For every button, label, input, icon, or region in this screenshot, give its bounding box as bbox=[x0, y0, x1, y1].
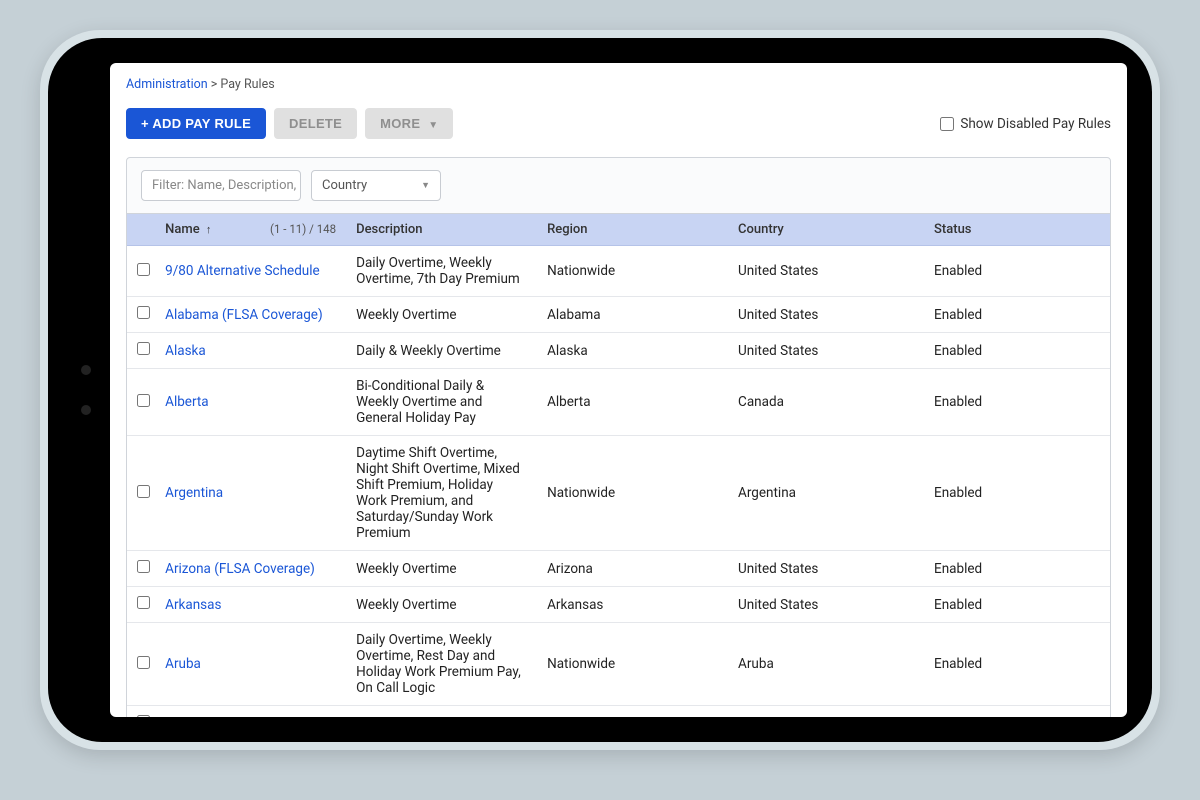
cell-status: Enabled bbox=[924, 551, 1110, 587]
cell-country: United States bbox=[728, 587, 924, 623]
cell-description: Daily Overtime, Weekly Overtime, 7th Day… bbox=[346, 246, 537, 297]
breadcrumb-separator: > bbox=[211, 77, 218, 92]
pay-rule-name-link[interactable]: Arkansas bbox=[165, 597, 221, 613]
cell-region: Nationwide bbox=[537, 623, 728, 706]
table-row: AustraliaWeekly OvertimeNationwideAustra… bbox=[127, 706, 1110, 718]
table-row: ArkansasWeekly OvertimeArkansasUnited St… bbox=[127, 587, 1110, 623]
cell-region: Nationwide bbox=[537, 246, 728, 297]
cell-description: Weekly Overtime bbox=[346, 297, 537, 333]
delete-button[interactable]: DELETE bbox=[274, 108, 357, 139]
table-row: Alabama (FLSA Coverage) Weekly OvertimeAl… bbox=[127, 297, 1110, 333]
col-description[interactable]: Description bbox=[346, 214, 537, 246]
cell-description: Weekly Overtime bbox=[346, 551, 537, 587]
show-disabled-toggle[interactable]: Show Disabled Pay Rules bbox=[940, 116, 1111, 132]
cell-country: United States bbox=[728, 333, 924, 369]
cell-status: Enabled bbox=[924, 623, 1110, 706]
cell-status: Enabled bbox=[924, 333, 1110, 369]
cell-region: Arkansas bbox=[537, 587, 728, 623]
cell-country: Australia bbox=[728, 706, 924, 718]
col-region[interactable]: Region bbox=[537, 214, 728, 246]
cell-status: Enabled bbox=[924, 436, 1110, 551]
cell-country: Canada bbox=[728, 369, 924, 436]
filter-country-select[interactable]: Country ▼ bbox=[311, 170, 441, 201]
breadcrumb-current: Pay Rules bbox=[220, 77, 274, 92]
row-checkbox[interactable] bbox=[137, 342, 150, 355]
cell-region: Nationwide bbox=[537, 706, 728, 718]
cell-country: United States bbox=[728, 551, 924, 587]
pay-rule-name-link[interactable]: Australia bbox=[165, 716, 218, 718]
cell-region: Arizona bbox=[537, 551, 728, 587]
cell-description: Weekly Overtime bbox=[346, 706, 537, 718]
cell-description: Daily & Weekly Overtime bbox=[346, 333, 537, 369]
breadcrumb-administration[interactable]: Administration bbox=[126, 77, 208, 92]
tablet-camera bbox=[81, 365, 91, 375]
pay-rules-table-wrap: Name ↑ (1 - 11) / 148 Description Region… bbox=[126, 214, 1111, 717]
filter-country-label: Country bbox=[322, 178, 367, 193]
cell-description: Daytime Shift Overtime, Night Shift Over… bbox=[346, 436, 537, 551]
col-name-label: Name bbox=[165, 222, 200, 237]
pager-text: (1 - 11) / 148 bbox=[270, 222, 336, 236]
pay-rule-name-link[interactable]: Alberta bbox=[165, 394, 209, 410]
table-row: AlaskaDaily & Weekly OvertimeAlaskaUnite… bbox=[127, 333, 1110, 369]
table-row: Arizona (FLSA Coverage) Weekly OvertimeAr… bbox=[127, 551, 1110, 587]
cell-region: Alaska bbox=[537, 333, 728, 369]
breadcrumb: Administration > Pay Rules bbox=[126, 77, 1111, 92]
cell-status: Enabled bbox=[924, 587, 1110, 623]
table-row: AlbertaBi-Conditional Daily & Weekly Ove… bbox=[127, 369, 1110, 436]
tablet-frame: Administration > Pay Rules + ADD PAY RUL… bbox=[40, 30, 1160, 750]
cell-description: Daily Overtime, Weekly Overtime, Rest Da… bbox=[346, 623, 537, 706]
add-pay-rule-button[interactable]: + ADD PAY RULE bbox=[126, 108, 266, 139]
pay-rule-name-link[interactable]: Argentina bbox=[165, 485, 223, 501]
more-button-label: MORE bbox=[380, 116, 420, 131]
cell-status: Enabled bbox=[924, 369, 1110, 436]
cell-status: Enabled bbox=[924, 297, 1110, 333]
pay-rules-table: Name ↑ (1 - 11) / 148 Description Region… bbox=[127, 214, 1110, 717]
cell-country: Aruba bbox=[728, 623, 924, 706]
screen: Administration > Pay Rules + ADD PAY RUL… bbox=[110, 63, 1127, 717]
row-checkbox[interactable] bbox=[137, 394, 150, 407]
tablet-bezel: Administration > Pay Rules + ADD PAY RUL… bbox=[48, 38, 1152, 742]
row-checkbox[interactable] bbox=[137, 656, 150, 669]
tablet-sensor bbox=[81, 405, 91, 415]
more-button[interactable]: MORE ▼ bbox=[365, 108, 453, 139]
pay-rule-name-link[interactable]: 9/80 Alternative Schedule bbox=[165, 263, 320, 279]
cell-country: United States bbox=[728, 297, 924, 333]
pay-rule-name-link[interactable]: Alabama (FLSA Coverage) bbox=[165, 307, 323, 323]
cell-country: United States bbox=[728, 246, 924, 297]
cell-description: Weekly Overtime bbox=[346, 587, 537, 623]
pay-rule-name-link[interactable]: Arizona (FLSA Coverage) bbox=[165, 561, 315, 577]
table-row: 9/80 Alternative Schedule Daily Overtime,… bbox=[127, 246, 1110, 297]
cell-status: Enabled bbox=[924, 246, 1110, 297]
row-checkbox[interactable] bbox=[137, 485, 150, 498]
cell-country: Argentina bbox=[728, 436, 924, 551]
col-country[interactable]: Country bbox=[728, 214, 924, 246]
cell-description: Bi-Conditional Daily & Weekly Overtime a… bbox=[346, 369, 537, 436]
filter-bar: Filter: Name, Description, Country ▼ bbox=[126, 157, 1111, 214]
sort-ascending-icon: ↑ bbox=[206, 223, 212, 236]
row-checkbox[interactable] bbox=[137, 560, 150, 573]
filter-search-input[interactable]: Filter: Name, Description, bbox=[141, 170, 301, 201]
col-name[interactable]: Name ↑ (1 - 11) / 148 bbox=[155, 214, 346, 246]
pay-rule-name-link[interactable]: Aruba bbox=[165, 656, 201, 672]
row-checkbox[interactable] bbox=[137, 596, 150, 609]
cell-region: Alberta bbox=[537, 369, 728, 436]
cell-region: Alabama bbox=[537, 297, 728, 333]
col-checkbox bbox=[127, 214, 155, 246]
row-checkbox[interactable] bbox=[137, 263, 150, 276]
row-checkbox[interactable] bbox=[137, 715, 150, 717]
caret-down-icon: ▼ bbox=[428, 120, 438, 131]
table-row: Argentina Daytime Shift Overtime, Night S… bbox=[127, 436, 1110, 551]
cell-status: Enabled bbox=[924, 706, 1110, 718]
col-status[interactable]: Status bbox=[924, 214, 1110, 246]
cell-region: Nationwide bbox=[537, 436, 728, 551]
pay-rule-name-link[interactable]: Alaska bbox=[165, 343, 206, 359]
table-row: Aruba Daily Overtime, Weekly Overtime, Re… bbox=[127, 623, 1110, 706]
show-disabled-label: Show Disabled Pay Rules bbox=[960, 116, 1111, 132]
caret-down-icon: ▼ bbox=[421, 180, 430, 191]
show-disabled-checkbox[interactable] bbox=[940, 117, 954, 131]
row-checkbox[interactable] bbox=[137, 306, 150, 319]
